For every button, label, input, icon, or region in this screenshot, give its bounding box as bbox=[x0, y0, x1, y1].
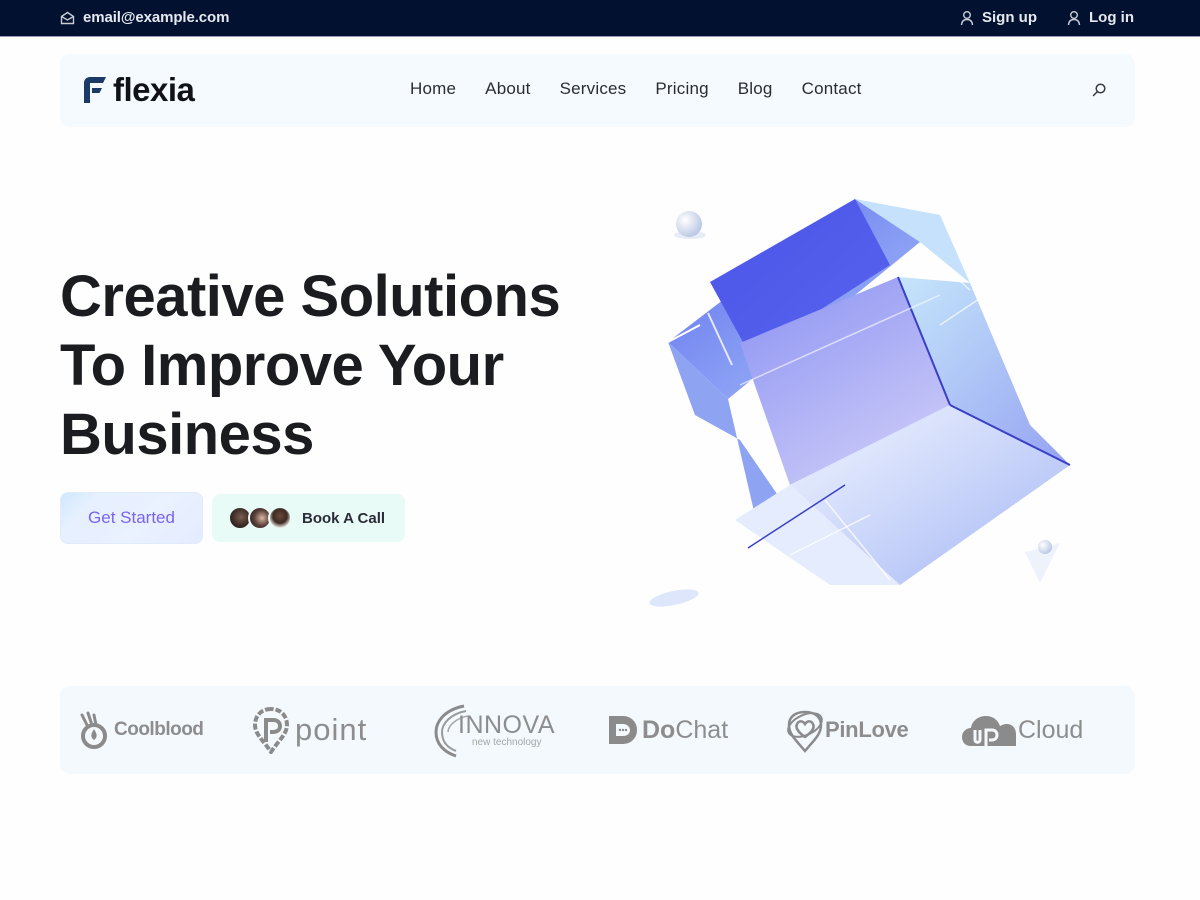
cube bbox=[667, 199, 1071, 585]
innova-name: INNOVA bbox=[458, 711, 555, 739]
glass-cube-illustration bbox=[649, 199, 1071, 607]
nav-about[interactable]: About bbox=[485, 79, 530, 99]
logo-dochat: DoChat bbox=[608, 686, 728, 774]
innova-text: INNOVA new technology bbox=[458, 712, 555, 748]
mail-open-icon bbox=[60, 11, 75, 24]
avatar bbox=[268, 506, 292, 530]
user-icon bbox=[960, 10, 974, 25]
flexia-logo-icon bbox=[84, 77, 106, 103]
hero-headline-line: Business bbox=[60, 402, 314, 467]
top-bar: email@example.com Sign up Log in bbox=[0, 0, 1200, 37]
coolblood-name: Coolblood bbox=[114, 719, 204, 740]
book-call-button[interactable]: Book A Call bbox=[212, 494, 405, 542]
signup-label: Sign up bbox=[982, 9, 1037, 26]
upcloud-name: Cloud bbox=[1018, 715, 1084, 744]
hero-headline-line: Creative Solutions bbox=[60, 264, 561, 329]
nav-services[interactable]: Services bbox=[560, 79, 627, 99]
hero-headline-line: To Improve Your bbox=[60, 333, 504, 398]
partner-logos-bar: Coolblood point INNOVA new technology Do… bbox=[60, 686, 1135, 774]
nav-contact[interactable]: Contact bbox=[802, 79, 862, 99]
point-logo-icon bbox=[253, 706, 289, 754]
dochat-name: DoChat bbox=[642, 716, 728, 745]
dochat-name-rest: Chat bbox=[675, 715, 729, 744]
pinlove-name: PinLove bbox=[825, 717, 909, 742]
logo-upcloud: Cloud bbox=[961, 686, 1083, 774]
avatar-group bbox=[228, 506, 292, 530]
email-text: email@example.com bbox=[83, 9, 230, 26]
login-label: Log in bbox=[1089, 9, 1134, 26]
contact-email[interactable]: email@example.com bbox=[60, 9, 229, 26]
logo-innova: INNOVA new technology bbox=[434, 686, 555, 774]
signup-link[interactable]: Sign up bbox=[960, 9, 1037, 26]
nav-pricing[interactable]: Pricing bbox=[655, 79, 708, 99]
get-started-button[interactable]: Get Started bbox=[60, 492, 203, 544]
main-navbar: flexia Home About Services Pricing Blog … bbox=[60, 54, 1135, 127]
nav-blog[interactable]: Blog bbox=[738, 79, 773, 99]
floating-sphere bbox=[676, 211, 702, 237]
pinlove-logo-icon bbox=[787, 710, 823, 753]
brand-name: flexia bbox=[113, 71, 195, 108]
hero-headline: Creative Solutions To Improve Your Busin… bbox=[60, 262, 561, 469]
nav-home[interactable]: Home bbox=[410, 79, 456, 99]
dochat-logo-icon bbox=[609, 716, 637, 744]
upcloud-logo-icon bbox=[962, 716, 1016, 746]
innova-tagline: new technology bbox=[472, 737, 542, 748]
search-icon[interactable] bbox=[1090, 81, 1108, 99]
login-link[interactable]: Log in bbox=[1067, 9, 1134, 26]
book-call-label: Book A Call bbox=[302, 509, 386, 527]
floating-disc bbox=[649, 589, 699, 607]
small-sphere bbox=[1038, 540, 1052, 554]
brand-logo[interactable]: flexia bbox=[83, 71, 195, 108]
logo-pinlove: PinLove bbox=[785, 686, 909, 774]
user-icon bbox=[1067, 10, 1081, 25]
logo-coolblood: Coolblood bbox=[76, 686, 204, 774]
coolblood-logo-icon bbox=[80, 711, 107, 749]
dochat-name-bold: Do bbox=[642, 715, 676, 744]
point-name: point bbox=[295, 712, 368, 747]
logo-point: point bbox=[253, 686, 367, 774]
auth-links: Sign up Log in bbox=[960, 9, 1134, 26]
nav-menu: Home About Services Pricing Blog Contact bbox=[410, 79, 862, 99]
